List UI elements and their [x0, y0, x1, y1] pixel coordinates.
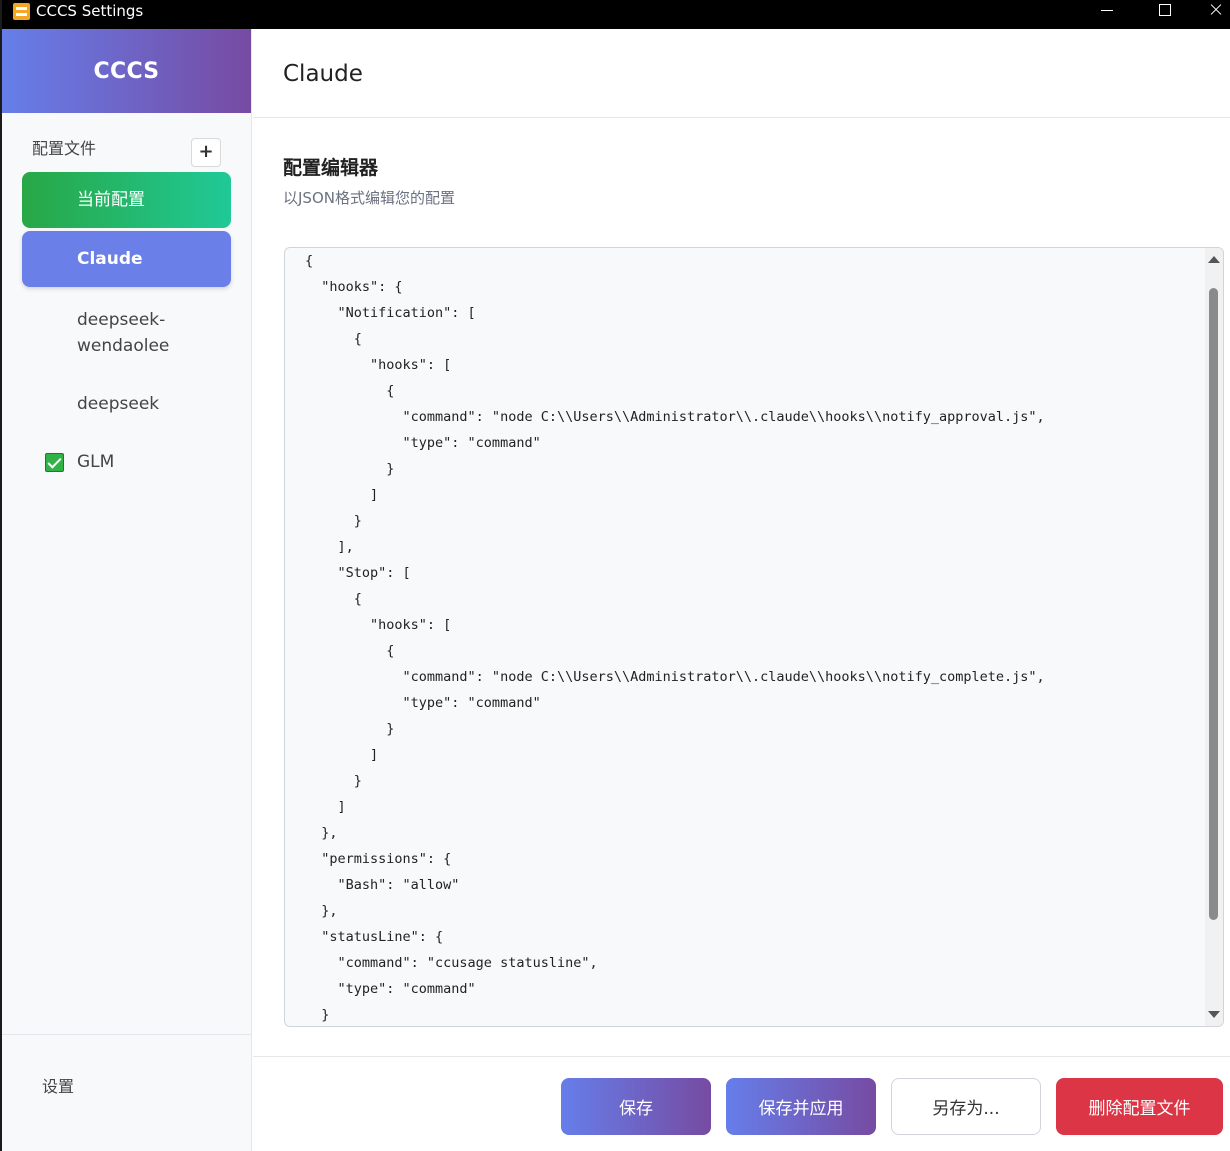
code-line: {	[305, 591, 362, 607]
title-bar: CCCS Settings	[2, 0, 1230, 29]
code-line: "command": "node C:\\Users\\Administrato…	[305, 669, 1045, 685]
settings-link[interactable]: 设置	[42, 1073, 74, 1097]
code-line: }	[305, 721, 395, 737]
editor-subtitle: 以JSON格式编辑您的配置	[283, 189, 455, 207]
code-line: }	[305, 461, 395, 477]
brand-logo-text: CCCS	[93, 58, 160, 84]
action-bar: 保存 保存并应用 另存为... 删除配置文件	[253, 1056, 1230, 1151]
scrollbar-thumb[interactable]	[1209, 288, 1218, 920]
code-area[interactable]: { "hooks": { "Notification": [ { "hooks"…	[285, 248, 1205, 1026]
code-line: "Notification": [	[305, 305, 476, 321]
sidebar-header: CCCS	[2, 29, 251, 113]
main-header: Claude	[253, 29, 1230, 118]
scroll-down-icon[interactable]	[1208, 1011, 1220, 1018]
save-button[interactable]: 保存	[561, 1078, 711, 1135]
code-line: "permissions": {	[305, 851, 452, 867]
code-line: }	[305, 1007, 330, 1023]
checkbox-checked-icon	[45, 453, 64, 472]
sidebar: CCCS 配置文件 + 当前配置 Claude deepseek- wendao…	[2, 29, 252, 1151]
sidebar-item-label: deepseek- wendaolee	[77, 310, 170, 356]
profiles-section-label: 配置文件	[32, 139, 97, 158]
close-button[interactable]	[1192, 0, 1230, 29]
code-line: {	[305, 253, 314, 269]
sidebar-item-deepseek[interactable]: deepseek	[22, 389, 231, 419]
window-title: CCCS Settings	[36, 2, 144, 20]
code-line: "hooks": {	[305, 279, 403, 295]
code-line: "command": "node C:\\Users\\Administrato…	[305, 409, 1045, 425]
code-line: "type": "command"	[305, 695, 541, 711]
sidebar-footer: 设置	[2, 1034, 252, 1151]
code-line: {	[305, 383, 395, 399]
scroll-up-icon[interactable]	[1208, 256, 1220, 263]
editor-scrollbar[interactable]	[1205, 248, 1223, 1026]
code-line: "command": "ccusage statusline",	[305, 955, 598, 971]
code-line: }	[305, 773, 362, 789]
sidebar-item-label: Claude	[77, 249, 143, 269]
code-line: "type": "command"	[305, 981, 476, 997]
sidebar-item-label: deepseek	[77, 394, 160, 414]
code-line: ],	[305, 539, 354, 555]
code-line: ]	[305, 799, 346, 815]
app-icon	[13, 3, 30, 20]
sidebar-item-label: 当前配置	[77, 190, 145, 210]
sidebar-item-deepseek-wendaolee[interactable]: deepseek- wendaolee	[22, 307, 231, 359]
save-and-apply-button[interactable]: 保存并应用	[726, 1078, 876, 1135]
code-line: {	[305, 643, 395, 659]
main-panel: Claude 配置编辑器 以JSON格式编辑您的配置 { "hooks": { …	[253, 29, 1230, 1151]
sidebar-item-claude[interactable]: Claude	[22, 231, 231, 287]
app-window: CCCS Settings CCCS 配置文件 + 当前配置 Claude de…	[0, 0, 1230, 1151]
sidebar-item-label: GLM	[77, 452, 115, 472]
code-line: "Stop": [	[305, 565, 411, 581]
sidebar-item-current-config[interactable]: 当前配置	[22, 172, 231, 228]
code-line: "hooks": [	[305, 357, 452, 373]
code-line: "Bash": "allow"	[305, 877, 460, 893]
maximize-button[interactable]	[1140, 0, 1186, 29]
code-line: },	[305, 903, 338, 919]
code-line: "hooks": [	[305, 617, 452, 633]
code-line: ]	[305, 487, 379, 503]
code-line: }	[305, 513, 362, 529]
minimize-button[interactable]	[1084, 0, 1130, 29]
code-line: },	[305, 825, 338, 841]
delete-profile-button[interactable]: 删除配置文件	[1056, 1078, 1223, 1135]
json-editor[interactable]: { "hooks": { "Notification": [ { "hooks"…	[284, 247, 1224, 1027]
save-as-button[interactable]: 另存为...	[891, 1078, 1041, 1135]
code-line: {	[305, 331, 362, 347]
code-line: "statusLine": {	[305, 929, 444, 945]
code-line: "type": "command"	[305, 435, 541, 451]
page-title: Claude	[283, 61, 363, 87]
profiles-header: 配置文件 +	[2, 113, 251, 172]
add-profile-button[interactable]: +	[191, 138, 221, 167]
editor-title: 配置编辑器	[283, 157, 379, 179]
code-line: ]	[305, 747, 379, 763]
sidebar-item-glm[interactable]: GLM	[22, 447, 231, 477]
